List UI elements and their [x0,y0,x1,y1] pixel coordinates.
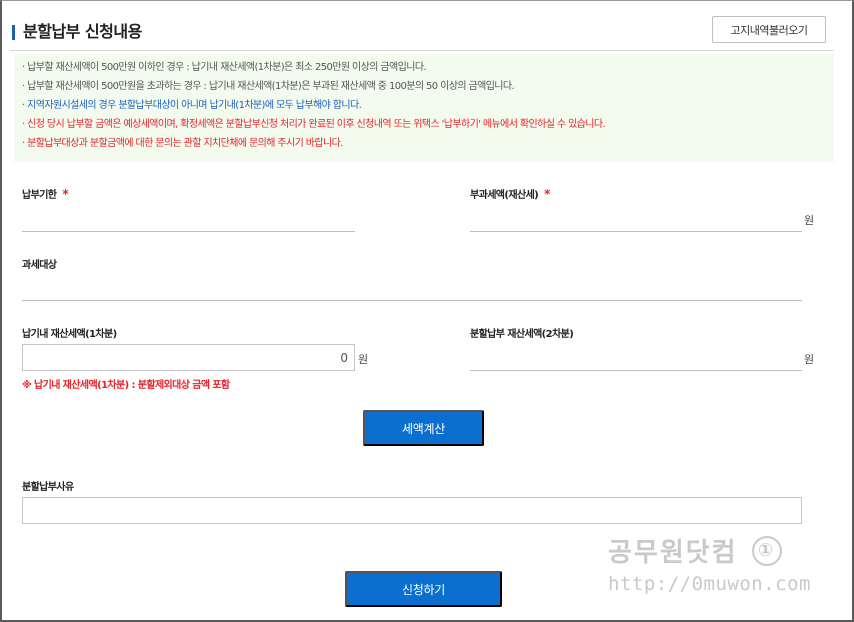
unit-won: 원 [804,214,815,227]
reason-label: 분할납부사유 [22,482,74,493]
unit-won: 원 [358,353,369,366]
second-installment-field[interactable] [470,370,802,371]
title-marker [12,24,15,40]
due-date-label-text: 납부기한 [22,190,57,201]
notice-line: · 지역자원시설세의 경우 분할납부대상이 아니며 납기내(1차분)에 모두 납… [22,100,362,111]
tax-target-field[interactable] [22,300,802,301]
watermark-badge-icon: ① [751,535,782,566]
notice-line: · 분할납부대상과 분할금액에 대한 문의는 관할 지치단체에 문의해 주시기 … [22,138,343,149]
tax-target-label: 과세대상 [22,260,57,271]
required-mark: * [62,187,69,201]
submit-button[interactable]: 신청하기 [345,571,502,607]
watermark-name-text: 공무원닷컴 [608,538,738,568]
required-mark: * [544,187,550,201]
first-installment-label: 납기내 재산세액(1차분) [22,329,117,340]
assessed-tax-field[interactable] [470,231,802,232]
page-title: 분할납부 신청내용 [23,22,142,41]
title-divider [10,50,834,51]
notice-line: · 납부할 재산세액이 500만원을 초과하는 경우 : 납기내 재산세액(1차… [22,81,515,92]
first-installment-input[interactable]: 0 [22,344,355,371]
due-date-field[interactable] [22,231,355,232]
installment-warning: ※ 납기내 재산세액(1차분) : 분할제외대상 금액 포함 [22,380,230,391]
notice-line: · 납부할 재산세액이 500만원 이하인 경우 : 납기내 재산세액(1차분)… [22,62,427,73]
assessed-tax-label-text: 부과세액(재산세) [470,190,539,201]
watermark-name: 공무원닷컴 ① [608,532,811,569]
unit-won: 원 [804,353,815,366]
second-installment-label: 분할납부 재산세액(2차분) [470,329,574,340]
calculate-tax-button[interactable]: 세액계산 [363,410,484,446]
notice-line: · 신청 당시 납부할 금액은 예상세액이며, 확정세액은 분할납부신청 처리가… [22,119,606,130]
reason-input[interactable] [22,497,802,524]
assessed-tax-label: 부과세액(재산세) * [470,186,550,201]
section-header: 분할납부 신청내용 [12,18,142,42]
watermark: 공무원닷컴 ① http://0muwon.com [608,532,811,595]
load-notice-button[interactable]: 고지내역불러오기 [712,16,826,43]
notice-box: · 납부할 재산세액이 500만원 이하인 경우 : 납기내 재산세액(1차분)… [14,54,834,162]
due-date-label: 납부기한 * [22,186,69,201]
watermark-url: http://0muwon.com [608,573,811,595]
first-installment-value: 0 [340,350,348,365]
